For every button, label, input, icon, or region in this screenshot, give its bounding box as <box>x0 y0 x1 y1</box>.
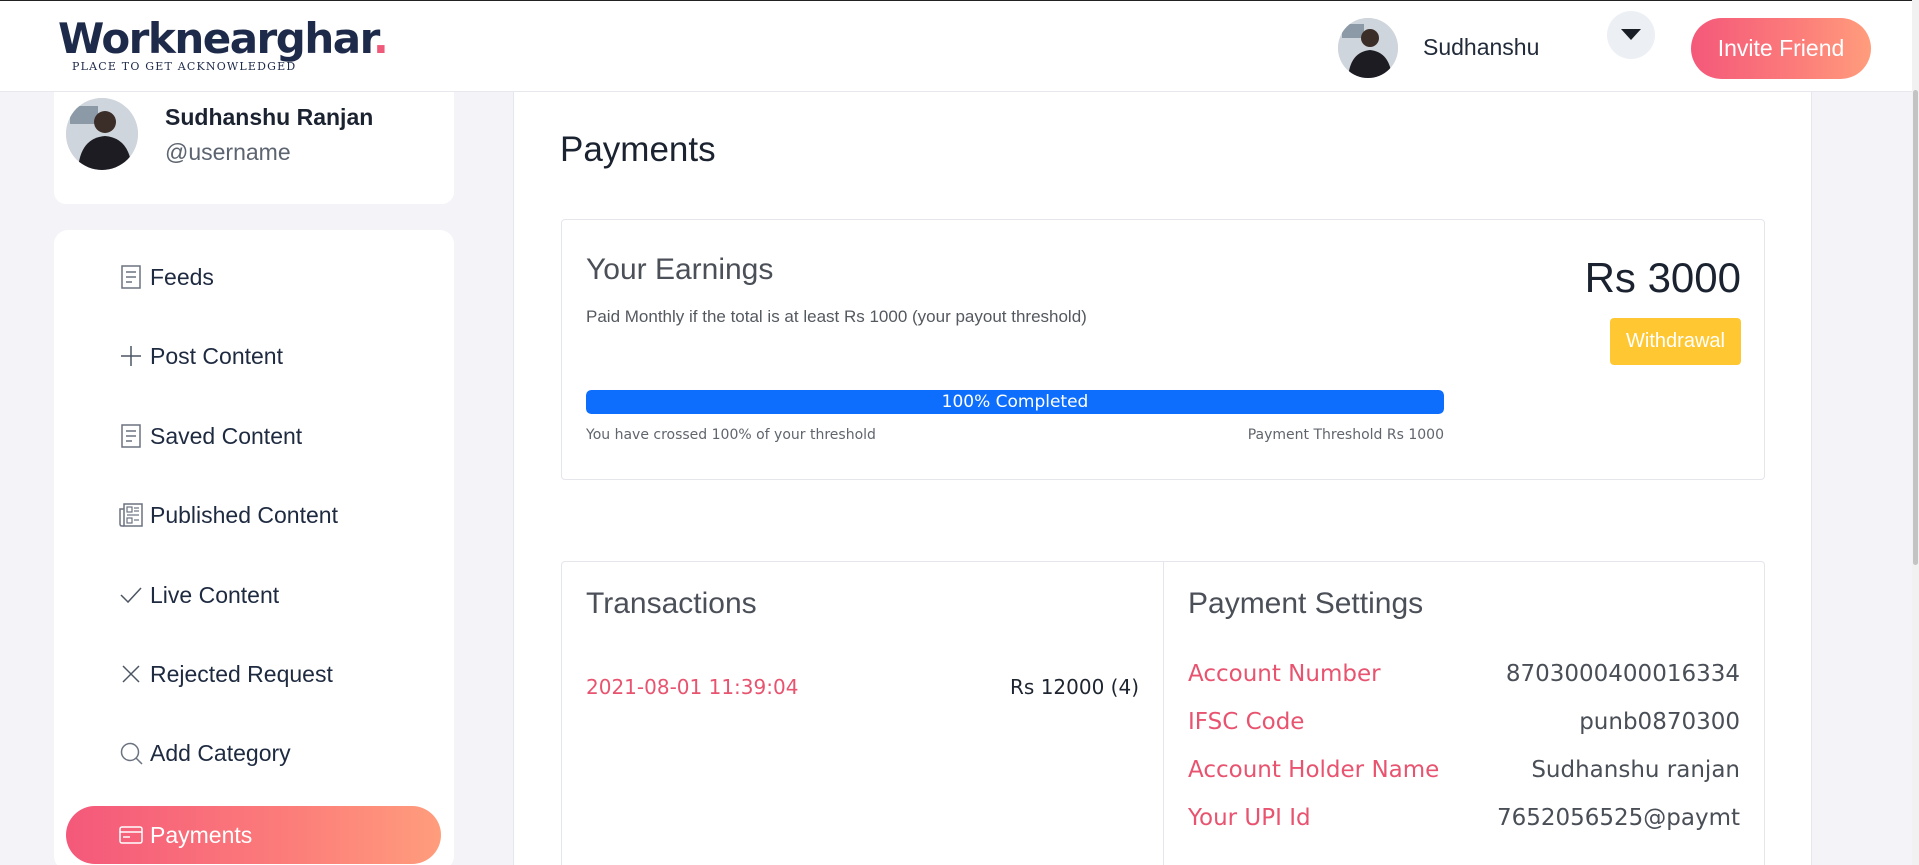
setting-value: 8703000400016334 <box>1505 661 1740 687</box>
payment-settings-card: Payment Settings Account Number 87030004… <box>1164 561 1765 865</box>
document-icon <box>118 264 144 290</box>
progress-fill: 100% Completed <box>586 390 1444 414</box>
header-username[interactable]: Sudhanshu <box>1423 34 1539 61</box>
invite-friend-button[interactable]: Invite Friend <box>1691 18 1871 79</box>
payments-panel: Payments Your Earnings Paid Monthly if t… <box>513 92 1812 865</box>
transaction-amount: Rs 12000 (4) <box>1010 675 1139 699</box>
payment-threshold-text: Payment Threshold Rs 1000 <box>1247 427 1444 443</box>
sidebar-item-label: Post Content <box>150 342 283 369</box>
top-navbar: Worknearghar. PLACE TO GET ACKNOWLEDGED … <box>0 0 1919 92</box>
sidebar-item-label: Payments <box>150 821 253 848</box>
credit-card-icon <box>118 822 144 848</box>
sidebar-item-feeds[interactable]: Feeds <box>66 248 441 306</box>
plus-icon <box>118 343 144 369</box>
setting-label: IFSC Code <box>1188 709 1305 735</box>
setting-row-ifsc-code: IFSC Code punb0870300 <box>1188 707 1740 737</box>
profile-card: Sudhanshu Ranjan @username <box>54 92 454 204</box>
threshold-progress-bar: 100% Completed <box>586 390 1444 414</box>
header-avatar[interactable] <box>1338 18 1398 78</box>
logo-wordmark: Worknearghar. <box>58 14 389 63</box>
sidebar-item-add-category[interactable]: Add Category <box>66 724 441 782</box>
profile-handle: @username <box>165 139 291 165</box>
search-icon <box>118 740 144 766</box>
transaction-row[interactable]: 2021-08-01 11:39:04 Rs 12000 (4) <box>586 675 1139 699</box>
earnings-card: Your Earnings Paid Monthly if the total … <box>561 219 1765 480</box>
document-icon <box>118 423 144 449</box>
sidebar-item-saved-content[interactable]: Saved Content <box>66 407 441 465</box>
setting-label: Your UPI Id <box>1188 805 1311 831</box>
earnings-subtitle: Paid Monthly if the total is at least Rs… <box>586 307 1087 326</box>
withdrawal-button[interactable]: Withdrawal <box>1610 318 1741 365</box>
sidebar-item-label: Feeds <box>150 263 214 290</box>
setting-value: Sudhanshu ranjan <box>1531 757 1740 783</box>
transactions-title: Transactions <box>586 587 757 620</box>
sidebar-item-label: Rejected Request <box>150 660 333 687</box>
sidebar-item-label: Live Content <box>150 581 280 608</box>
sidebar-item-label: Published Content <box>150 501 338 528</box>
sidebar-item-published-content[interactable]: Published Content <box>66 486 441 544</box>
profile-name: Sudhanshu Ranjan <box>165 104 374 130</box>
sidebar-item-label: Saved Content <box>150 422 303 449</box>
user-photo-icon <box>1338 18 1398 78</box>
newspaper-icon <box>118 502 144 528</box>
earnings-amount: Rs 3000 <box>1584 254 1741 301</box>
user-menu-dropdown[interactable] <box>1607 11 1655 59</box>
sidebar-item-live-content[interactable]: Live Content <box>66 566 441 624</box>
sidebar-nav: Feeds Post Content Saved Content Publish… <box>54 230 454 865</box>
setting-row-account-holder: Account Holder Name Sudhanshu ranjan <box>1188 755 1740 785</box>
brand-logo[interactable]: Worknearghar. PLACE TO GET ACKNOWLEDGED <box>58 14 389 74</box>
user-photo-icon <box>66 98 138 170</box>
profile-avatar[interactable] <box>66 98 138 170</box>
transaction-date: 2021-08-01 11:39:04 <box>586 675 799 699</box>
setting-value: 7652056525@paymt <box>1496 805 1740 831</box>
setting-row-upi-id: Your UPI Id 7652056525@paymt <box>1188 803 1740 833</box>
payment-settings-title: Payment Settings <box>1188 587 1424 620</box>
setting-label: Account Holder Name <box>1188 757 1440 783</box>
check-icon <box>118 582 144 608</box>
setting-row-account-number: Account Number 8703000400016334 <box>1188 659 1740 689</box>
x-icon <box>118 661 144 687</box>
page-scrollbar[interactable] <box>1912 0 1919 865</box>
scrollbar-thumb[interactable] <box>1913 90 1918 565</box>
sidebar-item-label: Add Category <box>150 739 291 766</box>
sidebar-item-payments[interactable]: Payments <box>66 806 441 864</box>
setting-label: Account Number <box>1188 661 1381 687</box>
sidebar-item-post-content[interactable]: Post Content <box>66 327 441 385</box>
page-title: Payments <box>560 130 716 169</box>
sidebar-item-rejected-request[interactable]: Rejected Request <box>66 645 441 703</box>
caret-down-icon <box>1621 29 1641 40</box>
transactions-card: Transactions 2021-08-01 11:39:04 Rs 1200… <box>561 561 1164 865</box>
earnings-title: Your Earnings <box>586 253 774 286</box>
setting-value: punb0870300 <box>1579 709 1740 735</box>
